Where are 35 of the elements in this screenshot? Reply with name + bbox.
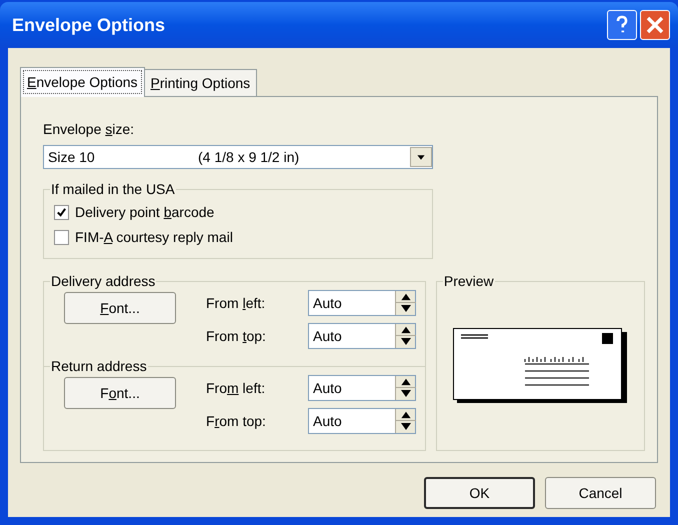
checkmark-icon <box>56 207 67 218</box>
close-icon[interactable] <box>645 15 665 35</box>
tab[interactable]: Envelope Options <box>20 67 145 97</box>
window-title: Envelope Options <box>12 14 166 37</box>
help-button[interactable] <box>607 10 637 40</box>
up-arrow-icon[interactable] <box>396 291 416 303</box>
envelope-size-dropdown[interactable]: Size 10 (4 1/8 x 9 1/2 in) <box>43 145 433 169</box>
spin-field[interactable]: Auto <box>308 323 416 349</box>
up-arrow-icon[interactable] <box>396 409 416 421</box>
spin-field[interactable]: Auto <box>308 375 416 401</box>
spin-buttons[interactable] <box>395 291 415 315</box>
up-arrow-icon[interactable] <box>396 376 416 388</box>
spin-field[interactable]: Auto <box>308 290 416 316</box>
field-label: From top: <box>206 326 267 346</box>
checkbox[interactable] <box>54 205 69 220</box>
ok-button[interactable]: OK <box>424 477 535 509</box>
cancel-button[interactable]: Cancel <box>545 477 656 509</box>
spin-buttons[interactable] <box>395 324 415 348</box>
font-button[interactable]: Font... <box>64 292 176 324</box>
field-label: From left: <box>206 294 266 312</box>
field-label: From top: <box>206 412 267 431</box>
size-dimensions: (4 1/8 x 9 1/2 in) <box>198 148 300 167</box>
checkbox[interactable] <box>54 230 69 245</box>
close-button[interactable] <box>640 10 670 40</box>
checkbox-label[interactable]: FIM-A courtesy reply mail <box>75 227 233 248</box>
up-arrow-icon[interactable] <box>396 324 416 336</box>
field-label: Envelope size: <box>43 120 136 139</box>
checkbox-label[interactable]: Delivery point barcode <box>75 202 214 223</box>
spin-field[interactable]: Auto <box>308 408 416 434</box>
font-button[interactable]: Font... <box>64 377 176 409</box>
size-name: Size 10 <box>48 148 96 166</box>
spin-buttons[interactable] <box>395 409 415 433</box>
spin-buttons[interactable] <box>395 376 415 400</box>
tab[interactable]: Printing Options <box>144 69 258 96</box>
field-label: From left: <box>206 378 266 398</box>
